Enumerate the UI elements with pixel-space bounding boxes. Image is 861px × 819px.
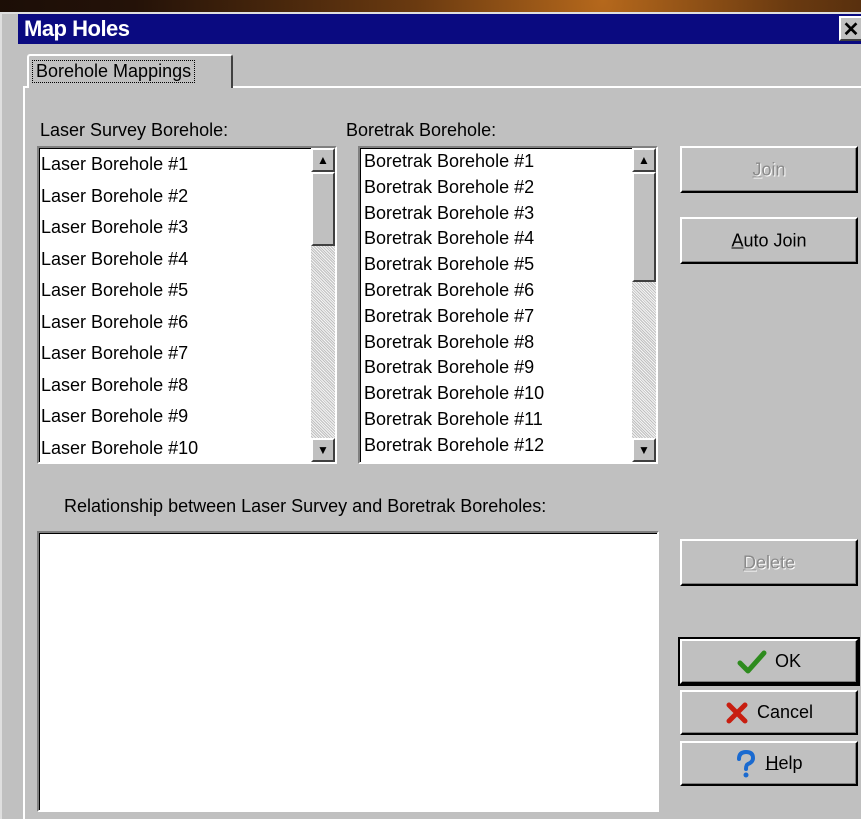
ok-button[interactable]: OK [678,637,860,686]
list-item[interactable]: Laser Borehole #3 [41,212,311,244]
list-item[interactable]: Boretrak Borehole #2 [364,175,632,201]
list-item[interactable]: Boretrak Borehole #12 [364,433,632,459]
arrow-up-icon: ▲ [317,153,329,167]
list-item[interactable]: Boretrak Borehole #11 [364,407,632,433]
delete-mnemonic: D [742,552,756,572]
list-item[interactable]: Boretrak Borehole #6 [364,278,632,304]
list-item[interactable]: Laser Borehole #8 [41,370,311,402]
auto-join-mnemonic: A [731,230,744,250]
arrow-down-icon: ▼ [638,443,650,457]
boretrak-list-label: Boretrak Borehole: [346,120,497,140]
relationship-list[interactable] [37,531,659,812]
auto-join-button[interactable]: Auto Join [680,217,858,264]
list-item[interactable]: Boretrak Borehole #10 [364,381,632,407]
list-item[interactable]: Laser Borehole #10 [41,433,311,463]
scroll-down-button[interactable]: ▼ [632,438,656,462]
tab-label: Borehole Mappings [31,60,196,83]
auto-join-label: uto Join [743,230,807,250]
arrow-down-icon: ▼ [317,443,329,457]
list-item[interactable]: Boretrak Borehole #9 [364,355,632,381]
cancel-button[interactable]: Cancel [680,690,858,735]
arrow-up-icon: ▲ [638,153,650,167]
laser-borehole-list[interactable]: Laser Borehole #1 Laser Borehole #2 Laser … [37,146,337,464]
list-item[interactable]: Boretrak Borehole #4 [364,226,632,252]
close-icon: ✕ [842,19,860,41]
laser-list-label: Laser Survey Borehole: [40,120,229,140]
window-title: Map Holes [24,16,130,41]
list-item[interactable]: Laser Borehole #5 [41,275,311,307]
scroll-up-button[interactable]: ▲ [632,148,656,172]
delete-button[interactable]: Delete [680,539,858,586]
laser-list-scrollbar[interactable]: ▲ ▼ [311,148,335,462]
list-item[interactable]: Laser Borehole #6 [41,307,311,339]
list-item[interactable]: Boretrak Borehole #7 [364,304,632,330]
list-item[interactable]: Laser Borehole #4 [41,244,311,276]
check-icon [737,650,767,673]
close-button[interactable]: ✕ [839,16,861,41]
dialog-client-area: Borehole Mappings Laser Survey Borehole:… [18,44,861,819]
list-item[interactable]: Laser Borehole #7 [41,338,311,370]
scroll-up-button[interactable]: ▲ [311,148,335,172]
laser-list-items: Laser Borehole #1 Laser Borehole #2 Laser … [41,149,311,463]
boretrak-list-items: Boretrak Borehole #1 Boretrak Borehole #2… [364,149,632,459]
list-item[interactable]: Boretrak Borehole #5 [364,252,632,278]
question-icon [737,749,756,777]
x-icon [726,702,748,723]
scroll-thumb[interactable] [311,172,335,246]
list-item[interactable]: Boretrak Borehole #8 [364,330,632,356]
help-label: elp [778,752,803,773]
relationship-label: Relationship between Laser Survey and Bo… [64,496,547,516]
scroll-thumb[interactable] [632,172,656,282]
cancel-label: Cancel [756,701,814,722]
help-mnemonic: H [765,752,779,773]
tab-borehole-mappings[interactable]: Borehole Mappings [27,54,233,88]
join-button[interactable]: Join [680,146,858,193]
list-item[interactable]: Boretrak Borehole #1 [364,149,632,175]
boretrak-borehole-list[interactable]: Boretrak Borehole #1 Boretrak Borehole #2… [358,146,658,464]
ok-label: OK [774,650,801,671]
delete-label: elete [755,552,796,572]
list-item[interactable]: Laser Borehole #9 [41,401,311,433]
list-item[interactable]: Laser Borehole #2 [41,181,311,213]
list-item[interactable]: Laser Borehole #1 [41,149,311,181]
join-label: oin [761,159,786,179]
scroll-down-button[interactable]: ▼ [311,438,335,462]
boretrak-list-scrollbar[interactable]: ▲ ▼ [632,148,656,462]
help-button[interactable]: Help [680,741,858,786]
title-bar[interactable]: Map Holes ✕ [18,14,861,44]
list-item[interactable]: Boretrak Borehole #3 [364,201,632,227]
